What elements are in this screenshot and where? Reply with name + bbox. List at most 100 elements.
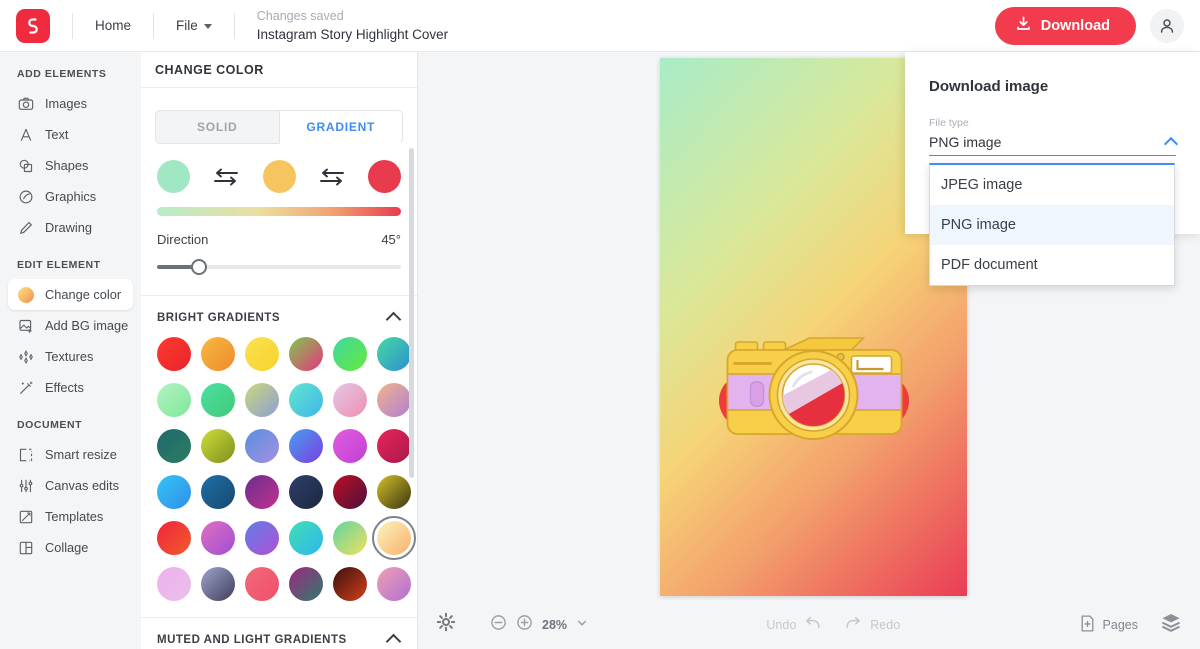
zoom-level-value[interactable]: 28% xyxy=(542,618,567,632)
undo-redo-controls: Undo Redo xyxy=(588,615,1079,635)
camera-icon xyxy=(17,95,34,112)
color-mode-tabs: SOLID GRADIENT xyxy=(155,110,403,144)
zoom-in-icon[interactable] xyxy=(516,614,533,636)
gradient-swatch[interactable] xyxy=(201,521,235,555)
gradient-swatch[interactable] xyxy=(372,516,416,560)
document-meta: Changes saved Instagram Story Highlight … xyxy=(235,8,448,44)
gradient-stop-2[interactable] xyxy=(262,160,296,193)
sidebar-item-collage[interactable]: Collage xyxy=(8,532,133,563)
slider-knob[interactable] xyxy=(191,259,207,275)
gradient-swatch[interactable] xyxy=(289,429,323,463)
sidebar-item-templates[interactable]: Templates xyxy=(8,501,133,532)
gradient-swatch[interactable] xyxy=(245,521,279,555)
gradient-swatch[interactable] xyxy=(245,475,279,509)
gradient-swatch[interactable] xyxy=(201,383,235,417)
gradient-swatch[interactable] xyxy=(245,567,279,601)
sidebar-item-add-bg-image[interactable]: Add BG image xyxy=(8,310,133,341)
add-image-icon xyxy=(17,317,34,334)
sidebar-item-label: Graphics xyxy=(45,189,97,204)
gradient-stop-1[interactable] xyxy=(157,160,190,193)
sidebar-group-title: EDIT ELEMENT xyxy=(17,259,101,271)
gradient-swatch[interactable] xyxy=(157,383,191,417)
gradient-swatch[interactable] xyxy=(289,475,323,509)
gradient-swatch[interactable] xyxy=(377,567,411,601)
section-header-bright-gradients[interactable]: BRIGHT GRADIENTS xyxy=(141,296,417,335)
gradient-swatch[interactable] xyxy=(377,429,411,463)
sidebar-item-change-color[interactable]: Change color xyxy=(8,279,133,310)
gradient-swatch[interactable] xyxy=(245,337,279,371)
file-menu[interactable]: File xyxy=(154,0,234,52)
user-account-icon[interactable] xyxy=(1150,8,1184,43)
layers-icon[interactable] xyxy=(1160,612,1182,637)
gradient-swatch[interactable] xyxy=(289,567,323,601)
file-type-option-jpeg[interactable]: JPEG image xyxy=(930,165,1174,205)
redo-button[interactable]: Redo xyxy=(844,615,900,635)
chevron-down-icon xyxy=(203,24,212,29)
home-nav-item[interactable]: Home xyxy=(73,0,153,52)
page-title[interactable]: Instagram Story Highlight Cover xyxy=(257,26,448,44)
gradient-swatch[interactable] xyxy=(157,337,191,371)
sidebar-item-drawing[interactable]: Drawing xyxy=(8,212,133,243)
gradient-swatch[interactable] xyxy=(289,383,323,417)
panel-scrollbar[interactable] xyxy=(409,148,414,478)
gradient-swatch[interactable] xyxy=(377,337,411,371)
gradient-swatch[interactable] xyxy=(245,429,279,463)
sidebar-item-shapes[interactable]: Shapes xyxy=(8,150,133,181)
chevron-down-icon[interactable] xyxy=(576,616,588,634)
file-type-select[interactable]: PNG image xyxy=(929,134,1179,156)
gradient-swatch[interactable] xyxy=(201,337,235,371)
download-button-label: Download xyxy=(1040,17,1110,34)
gradient-swatch[interactable] xyxy=(201,475,235,509)
chevron-up-icon[interactable] xyxy=(385,633,402,649)
gradient-swatch[interactable] xyxy=(333,567,367,601)
chevron-up-icon[interactable] xyxy=(385,311,402,328)
tab-gradient[interactable]: GRADIENT xyxy=(278,110,403,144)
sidebar-item-label: Images xyxy=(45,96,87,111)
gradient-swatch[interactable] xyxy=(245,383,279,417)
swap-arrows-icon[interactable] xyxy=(190,167,263,187)
app-logo-icon[interactable] xyxy=(16,8,50,43)
gradient-swatch[interactable] xyxy=(377,383,411,417)
sidebar-item-smart-resize[interactable]: Smart resize xyxy=(8,439,133,470)
gradient-swatch[interactable] xyxy=(289,521,323,555)
sidebar-item-canvas-edits[interactable]: Canvas edits xyxy=(8,470,133,501)
gradient-swatch[interactable] xyxy=(157,429,191,463)
gradient-swatch[interactable] xyxy=(377,475,411,509)
gradient-swatch[interactable] xyxy=(333,521,367,555)
option-label: JPEG image xyxy=(941,177,1023,193)
file-type-option-pdf[interactable]: PDF document xyxy=(930,245,1174,285)
sidebar-item-text[interactable]: Text xyxy=(8,119,133,150)
gradient-swatch[interactable] xyxy=(333,383,367,417)
direction-slider[interactable] xyxy=(157,259,401,275)
gradient-swatch[interactable] xyxy=(333,337,367,371)
gear-icon[interactable] xyxy=(436,612,456,637)
gradient-swatch[interactable] xyxy=(201,429,235,463)
swap-arrows-icon[interactable] xyxy=(296,167,369,187)
sidebar-item-graphics[interactable]: Graphics xyxy=(8,181,133,212)
change-color-panel: CHANGE COLOR SOLID GRADIENT Direction 45… xyxy=(141,52,418,649)
gradient-swatch[interactable] xyxy=(333,475,367,509)
gradient-swatch[interactable] xyxy=(157,567,191,601)
gradient-stop-3[interactable] xyxy=(368,160,401,193)
pages-button[interactable]: Pages xyxy=(1079,614,1138,636)
gradient-swatch[interactable] xyxy=(333,429,367,463)
gradient-swatch[interactable] xyxy=(157,521,191,555)
sidebar-item-label: Drawing xyxy=(45,220,92,235)
gradient-swatch[interactable] xyxy=(157,475,191,509)
file-type-option-png[interactable]: PNG image xyxy=(930,205,1174,245)
download-popover-title: Download image xyxy=(929,78,1049,95)
section-header-muted-gradients[interactable]: MUTED AND LIGHT GRADIENTS xyxy=(141,618,417,649)
panel-title: CHANGE COLOR xyxy=(141,52,417,88)
sidebar-item-effects[interactable]: Effects xyxy=(8,372,133,403)
undo-button[interactable]: Undo xyxy=(766,615,822,635)
tab-solid[interactable]: SOLID xyxy=(155,110,279,144)
bottom-right-controls: Pages xyxy=(1079,612,1182,637)
sidebar-item-images[interactable]: Images xyxy=(8,88,133,119)
sidebar-item-textures[interactable]: Textures xyxy=(8,341,133,372)
gradient-swatch[interactable] xyxy=(289,337,323,371)
zoom-out-icon[interactable] xyxy=(490,614,507,636)
gradient-swatch[interactable] xyxy=(201,567,235,601)
download-button[interactable]: Download xyxy=(994,6,1136,45)
graphics-icon xyxy=(17,188,34,205)
